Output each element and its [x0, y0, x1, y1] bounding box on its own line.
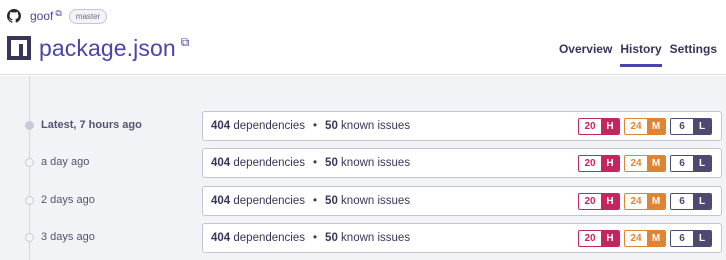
- snapshot-summary: 404 dependencies • 50 known issues: [211, 157, 411, 169]
- issue-count: 50: [325, 120, 338, 132]
- issue-label: known issues: [341, 157, 411, 169]
- timeline-dot: [25, 233, 34, 242]
- snapshot-card[interactable]: 404 dependencies • 50 known issues 20 H 24 M…: [202, 223, 722, 253]
- medium-severity-badge: 24 M: [624, 155, 666, 172]
- timeline-dot: [25, 196, 34, 205]
- issue-label: known issues: [341, 195, 411, 207]
- dependency-label: dependencies: [233, 157, 306, 169]
- tab-overview[interactable]: Overview: [559, 42, 612, 67]
- snapshot-date: Latest, 7 hours ago: [41, 119, 142, 131]
- severity-badges: 20 H 24 M 6L: [578, 193, 712, 210]
- timeline-dot: [25, 158, 34, 167]
- history-timeline: Latest, 7 hours ago 404 dependencies • 50 …: [0, 76, 726, 260]
- snapshot-date: 2 days ago: [41, 194, 95, 206]
- severity-badges: 20 H 24 M 6L: [578, 118, 712, 135]
- low-severity-badge: 6L: [670, 118, 712, 135]
- external-link-icon[interactable]: ⧉: [55, 8, 61, 19]
- severity-badges: 20 H 24 M 6L: [578, 155, 712, 172]
- snapshot-date: a day ago: [41, 156, 90, 168]
- low-severity-badge: 6L: [670, 193, 712, 210]
- history-row: Latest, 7 hours ago 404 dependencies • 50 …: [0, 111, 726, 141]
- dependency-label: dependencies: [233, 232, 306, 244]
- history-row: a day ago 404 dependencies • 50 known issu…: [0, 148, 726, 178]
- dependency-label: dependencies: [233, 195, 306, 207]
- github-icon: [7, 9, 21, 23]
- page-title[interactable]: package.json: [39, 35, 176, 62]
- dependency-count: 404: [211, 232, 231, 244]
- snapshot-summary: 404 dependencies • 50 known issues: [211, 232, 411, 244]
- medium-severity-badge: 24 M: [624, 230, 666, 247]
- issue-count: 50: [325, 195, 338, 207]
- history-row: 3 days ago 404 dependencies • 50 known iss…: [0, 223, 726, 253]
- repo-link[interactable]: goof: [30, 9, 53, 23]
- tab-settings[interactable]: Settings: [670, 42, 717, 67]
- snapshot-summary: 404 dependencies • 50 known issues: [211, 120, 411, 132]
- dependency-count: 404: [211, 195, 231, 207]
- tabs: Overview History Settings: [559, 42, 717, 67]
- title-row: package.json ⧉: [7, 33, 189, 63]
- page-header: goof ⧉ master package.json ⧉ Overview Hi…: [0, 0, 726, 75]
- dependency-count: 404: [211, 157, 231, 169]
- dependency-label: dependencies: [233, 120, 306, 132]
- npm-icon: [7, 36, 31, 60]
- branch-badge: master: [68, 8, 108, 24]
- snapshot-summary: 404 dependencies • 50 known issues: [211, 195, 411, 207]
- issue-label: known issues: [341, 232, 411, 244]
- high-severity-badge: 20 H: [578, 230, 620, 247]
- low-severity-badge: 6L: [670, 230, 712, 247]
- external-link-icon[interactable]: ⧉: [181, 35, 190, 50]
- severity-badges: 20 H 24 M 6L: [578, 230, 712, 247]
- issue-count: 50: [325, 157, 338, 169]
- timeline-dot: [25, 121, 34, 130]
- snapshot-card[interactable]: 404 dependencies • 50 known issues 20 H 24 M…: [202, 186, 722, 216]
- history-row: 2 days ago 404 dependencies • 50 known iss…: [0, 186, 726, 216]
- issue-count: 50: [325, 232, 338, 244]
- snapshot-card[interactable]: 404 dependencies • 50 known issues 20 H 24 M…: [202, 111, 722, 141]
- tab-history[interactable]: History: [620, 42, 662, 67]
- high-severity-badge: 20 H: [578, 193, 620, 210]
- high-severity-badge: 20 H: [578, 155, 620, 172]
- dependency-count: 404: [211, 120, 231, 132]
- low-severity-badge: 6L: [670, 155, 712, 172]
- snapshot-card[interactable]: 404 dependencies • 50 known issues 20 H 24 M…: [202, 148, 722, 178]
- repo-row: goof ⧉ master: [7, 7, 108, 25]
- issue-label: known issues: [341, 120, 411, 132]
- snapshot-date: 3 days ago: [41, 231, 95, 243]
- high-severity-badge: 20 H: [578, 118, 620, 135]
- medium-severity-badge: 24 M: [624, 193, 666, 210]
- medium-severity-badge: 24 M: [624, 118, 666, 135]
